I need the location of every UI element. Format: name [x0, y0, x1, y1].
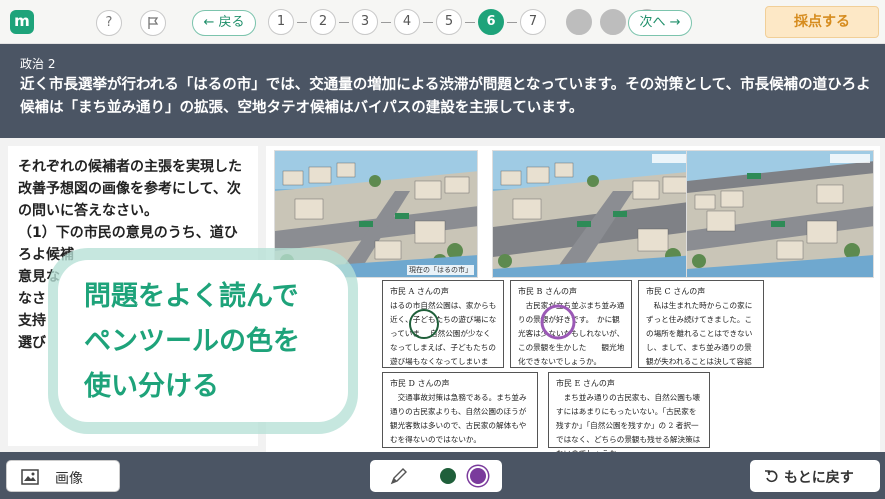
page-locked-1 [566, 9, 592, 35]
pen-toolbar [370, 460, 502, 492]
question-text: 近く市長選挙が行われる「はるの市」では、交通量の増加による渋滞が問題となっていま… [20, 77, 871, 116]
color-green-swatch[interactable] [440, 468, 456, 484]
page-locked-2 [600, 9, 626, 35]
reference-panel: 現在の「はるの市」 市民 A さんの声 はるの市自然公園は、家からも近く、子ども… [266, 146, 880, 458]
page-2[interactable]: 2 [310, 9, 336, 35]
color-purple-swatch-selected[interactable] [470, 468, 486, 484]
undo-icon [765, 470, 778, 483]
tip-text: 問題をよく読んで ペンツールの色を 使い分ける [84, 281, 300, 402]
page-4[interactable]: 4 [394, 9, 420, 35]
page-6-current[interactable]: 6 [478, 9, 504, 35]
back-button[interactable]: ← 戻る [192, 10, 256, 36]
undo-button-label: もとに戻す [784, 470, 854, 486]
green-pen-mark [409, 309, 439, 339]
image-icon [21, 469, 39, 485]
page-3[interactable]: 3 [352, 9, 378, 35]
help-button[interactable]: ? [96, 10, 122, 36]
question-label: 政治 2 [20, 57, 56, 71]
image-button[interactable]: 画像 [6, 460, 120, 492]
question-header: 政治 2 近く市長選挙が行われる「はるの市」では、交通量の増加による渋滞が問題と… [0, 44, 885, 138]
undo-button[interactable]: もとに戻す [750, 460, 880, 492]
tip-card: 問題をよく読んで ペンツールの色を 使い分ける [58, 260, 348, 422]
page-7[interactable]: 7 [520, 9, 546, 35]
pen-icon[interactable] [388, 465, 410, 487]
page-navigator: 1 2 3 4 5 6 7 [268, 9, 660, 35]
top-bar: m ? ← 戻る 1 2 3 4 5 6 7 次へ → 採点する [0, 0, 885, 44]
page-1[interactable]: 1 [268, 9, 294, 35]
flag-icon [148, 17, 159, 29]
tip-overlay: 問題をよく読んで ペンツールの色を 使い分ける [48, 248, 358, 434]
score-button[interactable]: 採点する [765, 6, 879, 38]
purple-pen-mark [540, 304, 576, 340]
pen-annotations [409, 304, 576, 340]
app-logo: m [10, 10, 34, 34]
bottom-bar: 画像 もとに戻す [0, 452, 885, 499]
next-button[interactable]: 次へ → [628, 10, 692, 36]
page-5[interactable]: 5 [436, 9, 462, 35]
image-button-label: 画像 [55, 471, 83, 487]
flag-button[interactable] [140, 10, 166, 36]
